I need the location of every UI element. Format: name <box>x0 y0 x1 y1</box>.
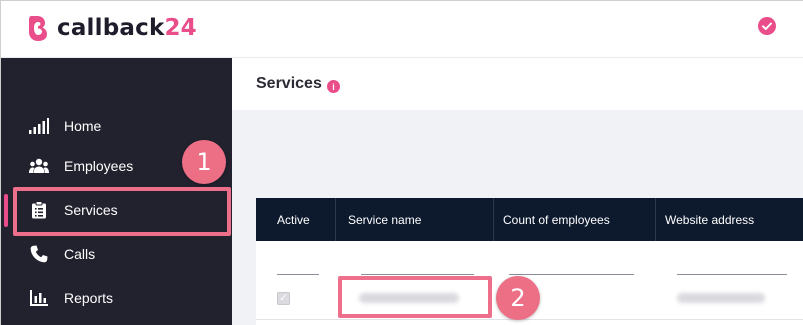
column-header-count-of-employees[interactable]: Count of employees <box>494 198 656 241</box>
table-header: Active Service name Count of employees W… <box>256 198 803 241</box>
brand-name-text: callback <box>57 15 165 41</box>
active-checkbox[interactable]: ✓ <box>277 292 290 305</box>
callback24-logo-icon <box>29 16 47 41</box>
check-circle-icon[interactable] <box>758 17 776 35</box>
bar-chart-icon <box>29 288 49 308</box>
brand-name: callback24 <box>57 15 197 41</box>
row-divider <box>256 319 803 320</box>
sidebar-item-label: Home <box>64 118 102 134</box>
website-address-cell <box>677 293 765 303</box>
filter-service-name[interactable] <box>361 274 474 275</box>
users-icon <box>29 156 49 176</box>
filter-website-address[interactable] <box>677 274 787 275</box>
sidebar-item-label: Calls <box>64 246 96 262</box>
sidebar-item-reports[interactable]: Reports <box>1 278 232 318</box>
page-header: Services <box>232 58 803 110</box>
step-badge-1: 1 <box>182 140 226 184</box>
services-highlight <box>13 187 231 236</box>
signal-bars-icon <box>29 116 49 136</box>
filter-active[interactable] <box>277 274 319 275</box>
column-header-active[interactable]: Active <box>256 198 336 241</box>
service-name-highlight <box>338 276 492 318</box>
sidebar-item-calls[interactable]: Calls <box>1 234 232 274</box>
column-header-service-name[interactable]: Service name <box>336 198 494 241</box>
step-badge-2: 2 <box>496 276 540 320</box>
brand-logo[interactable]: callback24 <box>27 13 197 43</box>
filter-count-of-employees[interactable] <box>509 274 634 275</box>
sidebar-item-label: Employees <box>64 158 134 174</box>
info-icon[interactable]: i <box>327 80 340 93</box>
top-bar: callback24 <box>1 1 803 58</box>
phone-icon <box>29 244 49 264</box>
column-header-website-address[interactable]: Website address <box>656 198 803 241</box>
page-title: Services <box>256 75 322 92</box>
brand-suffix: 24 <box>164 15 197 41</box>
sidebar-item-label: Reports <box>64 290 114 306</box>
